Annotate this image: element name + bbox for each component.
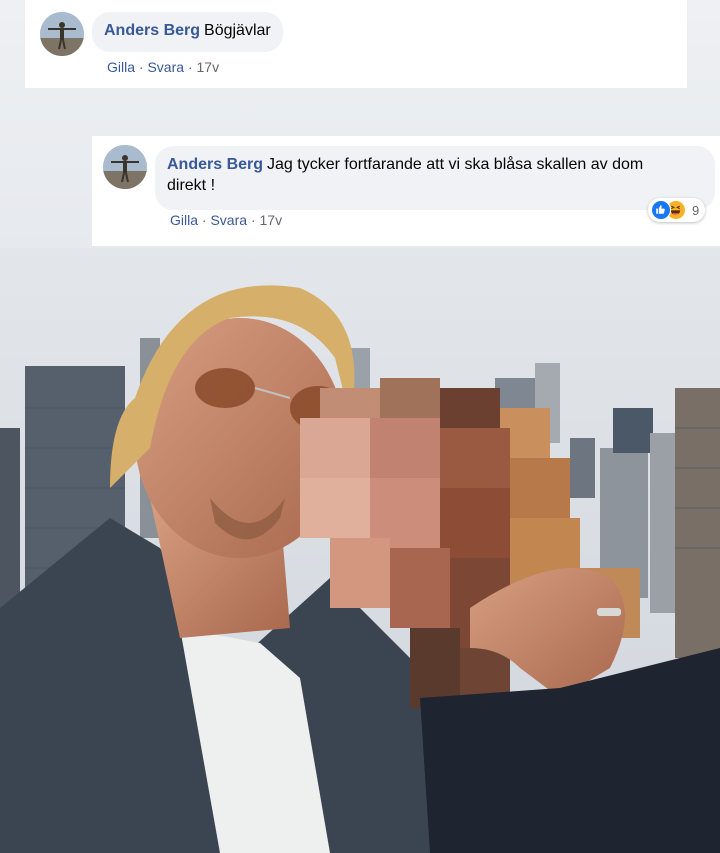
avatar-figure-icon [103,145,147,189]
reaction-summary[interactable]: 9 [648,198,706,222]
reaction-count: 9 [692,202,700,218]
separator: · [138,59,144,75]
comment-actions: Gilla · Svara · 17v [170,212,282,228]
comment-card: Anders Berg Bögjävlar Gilla · Svara · 17v [25,0,687,88]
separator: · [187,59,193,75]
like-icon [651,200,671,220]
separator: · [201,212,207,228]
like-link[interactable]: Gilla [170,212,198,228]
comment-text: Jag tycker fortfarande att vi ska blåsa … [267,156,644,173]
reply-link[interactable]: Svara [210,212,247,228]
comment-bubble: Anders Berg Jag tycker fortfarande att vi… [155,146,715,210]
comment-card: Anders Berg Jag tycker fortfarande att vi… [92,136,720,246]
comment-author[interactable]: Anders Berg [167,156,263,173]
comment-timestamp[interactable]: 17v [260,212,283,228]
comment-text: Bögjävlar [204,22,271,39]
avatar[interactable] [103,145,147,189]
photo-illustration [0,248,720,853]
avatar-figure-icon [40,12,84,56]
comment-text-continued: direkt ! [167,177,216,194]
comment-author[interactable]: Anders Berg [104,22,200,39]
comment-actions: Gilla · Svara · 17v [107,59,219,75]
selfie-photo[interactable] [0,248,720,853]
comment-timestamp[interactable]: 17v [197,59,220,75]
avatar[interactable] [40,12,84,56]
reply-link[interactable]: Svara [147,59,184,75]
like-link[interactable]: Gilla [107,59,135,75]
comment-bubble: Anders Berg Bögjävlar [92,12,283,52]
separator: · [250,212,256,228]
